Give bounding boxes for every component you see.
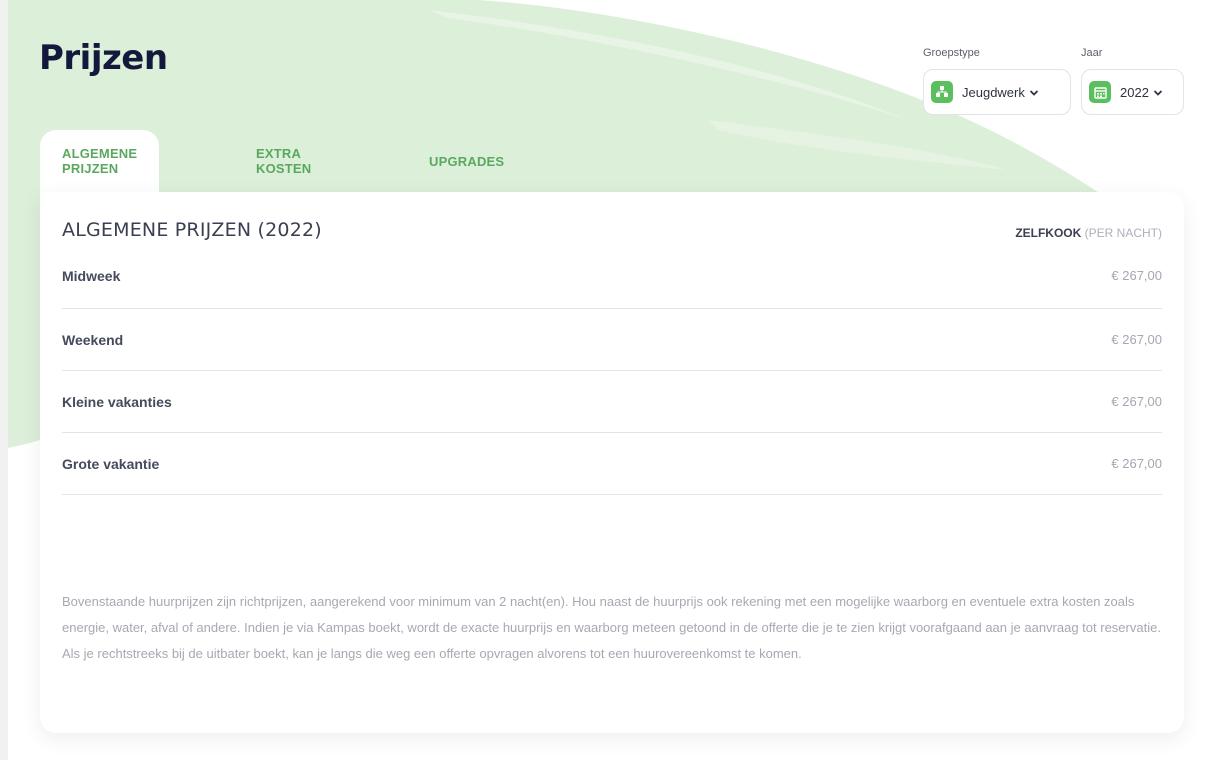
price-row-label: Midweek xyxy=(62,268,121,284)
price-list: Midweek € 267,00 Weekend € 267,00 Kleine… xyxy=(62,248,1162,495)
group-type-label: Groepstype xyxy=(923,47,980,59)
year-select[interactable]: 2022 xyxy=(1081,69,1184,115)
prices-card: ALGEMENE PRIJZEN (2022) ZELFKOOK (PER NA… xyxy=(40,192,1184,733)
price-row-label: Weekend xyxy=(62,331,124,348)
price-row-value: € 267,00 xyxy=(1111,268,1162,283)
year-value: 2022 xyxy=(1120,84,1149,100)
tab-upgrades[interactable]: UPGRADES xyxy=(429,130,504,192)
tab-extra-kosten[interactable]: EXTRA KOSTEN xyxy=(256,130,311,192)
page-title: Prijzen xyxy=(39,38,168,78)
price-disclaimer: Bovenstaande huurprijzen zijn richtprijz… xyxy=(62,594,1161,661)
group-type-select[interactable]: Jeugdwerk xyxy=(923,69,1071,115)
group-icon xyxy=(931,81,953,103)
group-type-value: Jeugdwerk xyxy=(962,84,1025,100)
price-row: Grote vakantie € 267,00 xyxy=(62,433,1162,495)
page: Prijzen Groepstype Jeugdwerk Jaar 2022 A… xyxy=(8,0,1208,760)
price-row-value: € 267,00 xyxy=(1111,456,1162,471)
price-row-label: Kleine vakanties xyxy=(62,393,172,410)
tab-algemene-prijzen[interactable]: ALGEMENE PRIJZEN xyxy=(40,130,160,192)
chevron-down-icon xyxy=(1153,85,1163,100)
prices-title: ALGEMENE PRIJZEN (2022) xyxy=(62,219,322,241)
calendar-icon xyxy=(1089,81,1111,103)
price-row-value: € 267,00 xyxy=(1111,394,1162,409)
price-row: Midweek € 267,00 xyxy=(62,248,1162,309)
price-row: Kleine vakanties € 267,00 xyxy=(62,371,1162,433)
column-head-main: ZELFKOOK xyxy=(1015,226,1082,240)
price-row-label: Grote vakantie xyxy=(62,455,160,472)
column-head-sub: (PER NACHT) xyxy=(1084,226,1162,240)
price-row-value: € 267,00 xyxy=(1111,332,1162,347)
column-header: ZELFKOOK (PER NACHT) xyxy=(1015,226,1162,240)
price-row: Weekend € 267,00 xyxy=(62,309,1162,371)
chevron-down-icon xyxy=(1029,85,1039,100)
year-label: Jaar xyxy=(1081,47,1103,59)
